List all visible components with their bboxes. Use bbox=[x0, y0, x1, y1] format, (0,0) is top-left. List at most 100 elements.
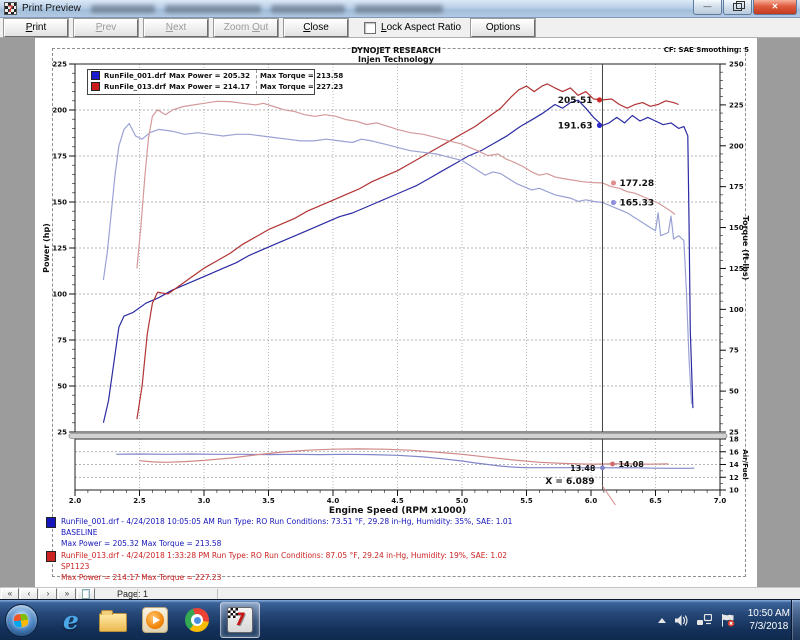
preview-area: DYNOJET RESEARCH Injen Technology CF: SA… bbox=[0, 38, 800, 588]
desktop-screen: 7 Print Preview — ✕ Print Prev Next Zoom… bbox=[0, 0, 800, 640]
svg-text:205.51: 205.51 bbox=[558, 96, 593, 106]
legend-file: RunFile_013.drf bbox=[104, 83, 166, 91]
taskbar-clock[interactable]: 10:50 AM 7/3/2018 bbox=[748, 607, 790, 633]
lock-aspect-ratio-checkbox[interactable] bbox=[364, 22, 376, 34]
app-icon: 7 bbox=[4, 2, 17, 15]
svg-text:100: 100 bbox=[729, 306, 744, 314]
legend-max-torque: Max Torque = 213.58 bbox=[260, 72, 343, 80]
restore-button[interactable] bbox=[723, 0, 752, 15]
internet-explorer-icon: e bbox=[63, 608, 79, 633]
svg-text:2.5: 2.5 bbox=[133, 497, 146, 505]
prev-button[interactable]: Prev bbox=[74, 19, 138, 37]
toolbar: Print Prev Next Zoom Out Close Lock Aspe… bbox=[0, 18, 800, 38]
legend-marker-red bbox=[91, 82, 100, 91]
svg-text:177.28: 177.28 bbox=[619, 179, 654, 189]
svg-text:225: 225 bbox=[729, 101, 744, 109]
redacted-title-text bbox=[355, 5, 443, 13]
title-bar: 7 Print Preview — ✕ bbox=[0, 0, 800, 18]
svg-text:165.33: 165.33 bbox=[619, 198, 654, 208]
media-player-icon bbox=[142, 607, 168, 633]
svg-text:4.0: 4.0 bbox=[327, 497, 340, 505]
run-info-row: RunFile_001.drf - 4/24/2018 10:05:05 AM … bbox=[35, 516, 757, 549]
svg-text:250: 250 bbox=[729, 61, 744, 69]
start-button[interactable] bbox=[5, 604, 38, 637]
run-info-block: RunFile_001.drf - 4/24/2018 10:05:05 AM … bbox=[35, 516, 757, 584]
lock-aspect-ratio-label: Lock Aspect Ratio bbox=[381, 22, 461, 33]
chrome-button[interactable] bbox=[178, 603, 216, 637]
internet-explorer-button[interactable]: e bbox=[52, 603, 90, 637]
media-player-button[interactable] bbox=[136, 603, 174, 637]
folder-icon bbox=[99, 613, 127, 632]
svg-text:5.5: 5.5 bbox=[520, 497, 533, 505]
svg-text:191.63: 191.63 bbox=[558, 121, 593, 131]
hidden-icons-arrow[interactable] bbox=[658, 618, 666, 623]
svg-text:X = 6.089: X = 6.089 bbox=[545, 477, 594, 487]
svg-text:10: 10 bbox=[729, 487, 739, 495]
svg-text:200: 200 bbox=[729, 142, 744, 150]
svg-text:100: 100 bbox=[52, 291, 67, 299]
chrome-icon bbox=[185, 608, 209, 632]
svg-text:2.0: 2.0 bbox=[69, 497, 82, 505]
chart-legend: RunFile_001.drf Max Power = 205.32 Max T… bbox=[87, 69, 315, 95]
run-details: RunFile_013.drf - 4/24/2018 1:33:28 PM R… bbox=[61, 550, 507, 561]
svg-text:3.5: 3.5 bbox=[262, 497, 275, 505]
legend-marker-blue bbox=[91, 71, 100, 80]
preview-page: DYNOJET RESEARCH Injen Technology CF: SA… bbox=[35, 38, 757, 588]
svg-text:Torque (ft-lbs): Torque (ft-lbs) bbox=[741, 216, 750, 281]
winpep-active-button[interactable]: 7 bbox=[220, 602, 260, 638]
svg-text:175: 175 bbox=[52, 153, 67, 161]
svg-text:4.5: 4.5 bbox=[391, 497, 404, 505]
statusbar-divider bbox=[217, 589, 218, 599]
svg-text:7.0: 7.0 bbox=[714, 497, 727, 505]
speaker-icon[interactable] bbox=[675, 615, 688, 626]
run-label: SP1123 bbox=[61, 561, 507, 572]
svg-text:13.48: 13.48 bbox=[570, 464, 596, 473]
svg-text:200: 200 bbox=[52, 107, 67, 115]
svg-text:14.08: 14.08 bbox=[618, 460, 644, 469]
svg-text:50: 50 bbox=[729, 388, 739, 396]
svg-text:5.0: 5.0 bbox=[456, 497, 469, 505]
lock-aspect-ratio-control: Lock Aspect Ratio bbox=[364, 22, 461, 34]
restore-icon bbox=[733, 3, 742, 11]
svg-text:6.0: 6.0 bbox=[585, 497, 598, 505]
dyno-chart: 2252001751501251007550252502252001751501… bbox=[35, 38, 757, 588]
legend-max-torque: Max Torque = 227.23 bbox=[260, 83, 343, 91]
zoom-out-button[interactable]: Zoom Out bbox=[214, 19, 278, 37]
options-button[interactable]: Options bbox=[471, 19, 535, 37]
taskbar: e 7 10:50 AM 7/3/2018 bbox=[0, 599, 800, 640]
svg-text:6.5: 6.5 bbox=[649, 497, 662, 505]
svg-text:175: 175 bbox=[729, 183, 744, 191]
minimize-button[interactable]: — bbox=[693, 0, 722, 15]
show-desktop-button[interactable] bbox=[791, 600, 800, 640]
redacted-title-text bbox=[271, 5, 345, 13]
legend-row: RunFile_013.drf Max Power = 214.17 Max T… bbox=[88, 81, 314, 92]
winpep-icon: 7 bbox=[227, 607, 253, 633]
system-tray: 10:50 AM 7/3/2018 bbox=[658, 600, 790, 640]
svg-text:16: 16 bbox=[729, 448, 739, 456]
run-maxima: Max Power = 214.17 Max Torque = 227.23 bbox=[61, 572, 507, 583]
svg-text:Power (hp): Power (hp) bbox=[42, 223, 51, 273]
svg-text:25: 25 bbox=[57, 429, 67, 437]
run-info-row: RunFile_013.drf - 4/24/2018 1:33:28 PM R… bbox=[35, 550, 757, 583]
svg-text:18: 18 bbox=[729, 436, 739, 444]
clock-time: 10:50 AM bbox=[748, 607, 790, 620]
legend-max-power: Max Power = 205.32 bbox=[169, 72, 250, 80]
next-button[interactable]: Next bbox=[144, 19, 208, 37]
svg-text:Engine Speed (RPM x1000): Engine Speed (RPM x1000) bbox=[329, 506, 466, 516]
svg-text:75: 75 bbox=[57, 337, 67, 345]
windows-explorer-button[interactable] bbox=[94, 603, 132, 637]
close-preview-button[interactable]: Close bbox=[284, 19, 348, 37]
close-window-button[interactable]: ✕ bbox=[753, 0, 797, 15]
print-button[interactable]: Print bbox=[4, 19, 68, 37]
svg-text:150: 150 bbox=[52, 199, 67, 207]
svg-text:75: 75 bbox=[729, 347, 739, 355]
action-center-flag-icon[interactable] bbox=[721, 614, 735, 627]
legend-max-power: Max Power = 214.17 bbox=[169, 83, 250, 91]
network-icon[interactable] bbox=[697, 614, 712, 626]
redacted-title-text bbox=[165, 5, 261, 13]
redacted-title-text bbox=[91, 5, 155, 13]
statusbar-divider bbox=[137, 589, 138, 599]
run-marker-red bbox=[46, 551, 56, 562]
window-controls: — ✕ bbox=[693, 0, 797, 15]
svg-text:3.0: 3.0 bbox=[198, 497, 211, 505]
